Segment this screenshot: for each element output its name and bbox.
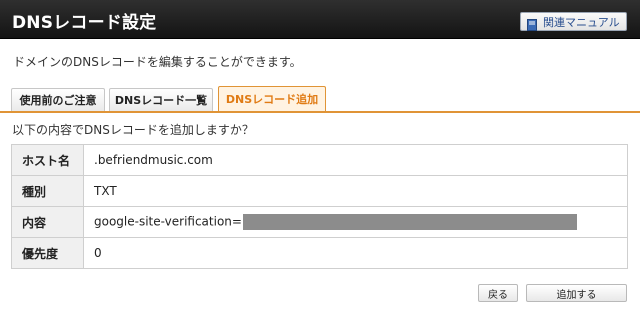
tab-dns-record-add[interactable]: DNSレコード追加: [218, 86, 326, 111]
tab-precautions[interactable]: 使用前のご注意: [11, 88, 105, 111]
table-row: 優先度 0: [11, 237, 628, 269]
page-header: DNSレコード設定 関連マニュアル: [0, 0, 640, 39]
tab-dns-record-list[interactable]: DNSレコード一覧: [109, 88, 213, 111]
content-cell: google-site-verification=: [83, 206, 628, 238]
priority-label: 優先度: [11, 237, 84, 269]
priority-value: 0: [83, 237, 628, 269]
table-row: 内容 google-site-verification=: [11, 206, 628, 238]
content-label: 内容: [11, 206, 84, 238]
redacted-block: [242, 214, 577, 230]
record-table: ホスト名 .befriendmusic.com 種別 TXT 内容 google…: [11, 144, 628, 269]
book-icon: [527, 16, 537, 31]
related-manual-label: 関連マニュアル: [543, 15, 620, 29]
page-title: DNSレコード設定: [12, 13, 157, 33]
back-button[interactable]: 戻る: [478, 284, 518, 302]
confirm-message: 以下の内容でDNSレコードを追加しますか？: [12, 123, 254, 137]
host-label: ホスト名: [11, 144, 84, 176]
table-row: 種別 TXT: [11, 175, 628, 207]
related-manual-button[interactable]: 関連マニュアル: [520, 12, 627, 31]
type-value: TXT: [83, 175, 628, 207]
type-label: 種別: [11, 175, 84, 207]
add-button[interactable]: 追加する: [526, 284, 627, 302]
page-description: ドメインのDNSレコードを編集することができます。: [13, 55, 302, 69]
host-value: .befriendmusic.com: [83, 144, 628, 176]
content-value: google-site-verification=: [94, 214, 242, 229]
tab-bar: 使用前のご注意 DNSレコード一覧 DNSレコード追加: [0, 84, 640, 113]
table-row: ホスト名 .befriendmusic.com: [11, 144, 628, 176]
